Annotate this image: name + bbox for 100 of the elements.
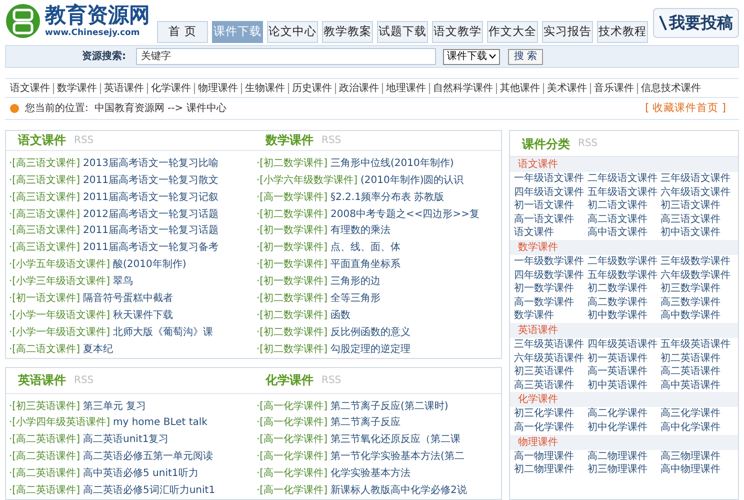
category-link[interactable]: 生物课件 [241, 82, 288, 94]
category-tag-link[interactable]: ·[高一化学课件] [256, 415, 328, 430]
category-link[interactable]: 高中数学课件 [660, 309, 734, 323]
category-link[interactable]: 高中化学课件 [660, 420, 734, 434]
category-tag-link[interactable]: ·[小学六年级数学课件] [256, 172, 358, 188]
category-tag-link[interactable]: ·[初二数学课件] [256, 342, 328, 357]
category-link[interactable]: 四年级语文课件 [514, 186, 588, 200]
courseware-link[interactable]: 2013届高考语文一轮复习比喻 [82, 156, 218, 171]
category-link[interactable]: 高三语文课件 [660, 212, 734, 226]
category-tag-link[interactable]: ·[小学三年级语文课件] [9, 274, 110, 290]
category-tag-link[interactable]: ·[初一数学课件] [256, 240, 328, 256]
courseware-link[interactable]: 函数 [330, 308, 350, 323]
category-link[interactable]: 初二数学课件 [587, 282, 661, 296]
category-tag-link[interactable]: ·[高一化学课件] [256, 449, 328, 464]
category-link[interactable]: 高二数学课件 [587, 296, 661, 310]
category-link[interactable]: 高一物理课件 [514, 450, 588, 464]
nav-tab[interactable]: 作文大全 [487, 21, 538, 43]
category-select[interactable]: 课件下载 [443, 48, 500, 64]
category-link[interactable]: 三年级数学课件 [660, 254, 734, 269]
category-tag-link[interactable]: ·[初一数学课件] [256, 274, 328, 290]
category-tag-link[interactable]: ·[高二英语课件] [9, 483, 80, 498]
category-tag-link[interactable]: ·[小学一年级语文课件] [9, 308, 110, 323]
category-link[interactable]: 初一数学课件 [514, 282, 588, 296]
courseware-link[interactable]: 有理数的乘法 [330, 223, 390, 238]
category-link[interactable]: 初中英语课件 [587, 378, 661, 392]
category-link[interactable]: 初一语文课件 [514, 199, 588, 213]
category-link[interactable]: 高三英语课件 [514, 378, 588, 392]
category-link[interactable]: 高一英语课件 [587, 365, 661, 379]
category-link[interactable]: 高二语文课件 [587, 212, 661, 226]
category-tag-link[interactable]: ·[高二语文课件] [9, 342, 80, 357]
courseware-link[interactable]: 三角形的边 [330, 274, 380, 290]
courseware-link[interactable]: 2012届高考语文一轮复习话题 [82, 206, 218, 222]
category-link[interactable]: 初中化学课件 [587, 420, 661, 434]
category-link[interactable]: 五年级数学课件 [587, 268, 661, 282]
nav-tab[interactable]: 试题下载 [377, 21, 428, 43]
courseware-link[interactable]: 2011届高考语文一轮复习话题 [82, 223, 218, 238]
category-link[interactable]: 政治课件 [335, 82, 382, 94]
category-tag-link[interactable]: ·[初三英语课件] [9, 398, 80, 414]
category-link[interactable]: 自然科学课件 [429, 82, 496, 94]
category-link[interactable]: 高三物理课件 [660, 450, 734, 464]
category-tag-link[interactable]: ·[高三语文课件] [9, 190, 80, 205]
nav-tab[interactable]: 语文教学 [432, 21, 483, 43]
search-button[interactable]: 搜 索 [508, 48, 544, 64]
category-tag-link[interactable]: ·[初一数学课件] [256, 223, 328, 238]
category-link[interactable]: 初二语文课件 [587, 199, 661, 213]
courseware-link[interactable]: 勾股定理的逆定理 [330, 342, 410, 357]
courseware-link[interactable]: 第二节离子反应 [330, 415, 400, 430]
category-link[interactable]: 六年级数学课件 [660, 268, 734, 282]
search-field[interactable]: 关键字 [136, 48, 436, 65]
category-link[interactable]: 数学课件 [514, 309, 588, 323]
category-tag-link[interactable]: ·[初一数学课件] [256, 257, 328, 272]
category-tag-link[interactable]: ·[小学四年级英语课件] [9, 415, 110, 430]
category-link[interactable]: 高二物理课件 [587, 450, 661, 464]
category-tag-link[interactable]: ·[初一语文课件] [9, 291, 80, 306]
courseware-link[interactable]: 第二节离子反应(第二课时) [330, 398, 448, 414]
category-link[interactable]: 初中语文课件 [660, 226, 734, 240]
courseware-link[interactable]: my home BLet talk [112, 415, 208, 430]
category-link[interactable]: 初三物理课件 [587, 463, 661, 477]
category-tag-link[interactable]: ·[高一化学课件] [256, 432, 328, 448]
category-link[interactable]: 初中数学课件 [587, 309, 661, 323]
category-link[interactable]: 一年级数学课件 [514, 254, 588, 269]
courseware-link[interactable]: 第三单元 复习 [82, 398, 146, 414]
category-link[interactable]: 四年级数学课件 [514, 268, 588, 282]
courseware-link[interactable]: 2008中考专题之<<四边形>>复 [330, 206, 480, 222]
category-link[interactable]: 六年级英语课件 [514, 352, 588, 366]
courseware-link[interactable]: 三角形中位线(2010年制作) [330, 156, 454, 171]
courseware-link[interactable]: 反比例函数的意义 [330, 324, 410, 340]
submit-button[interactable]: 我要投稿 [653, 8, 739, 38]
category-tag-link[interactable]: ·[高二英语课件] [9, 449, 80, 464]
category-tag-link[interactable]: ·[高二英语课件] [9, 432, 80, 448]
courseware-link[interactable]: 酸(2010年制作) [112, 257, 186, 272]
category-link[interactable]: 高三数学课件 [660, 296, 734, 310]
category-link[interactable]: 二年级数学课件 [587, 254, 661, 269]
breadcrumb-link[interactable]: 中国教育资源网 --> 课件中心 [94, 101, 226, 116]
category-link[interactable]: 化学课件 [147, 82, 194, 94]
courseware-link[interactable]: 高二英语必修5词汇听力unit1 [82, 483, 216, 498]
category-link[interactable]: 美术课件 [543, 82, 590, 94]
category-tag-link[interactable]: ·[高三语文课件] [9, 172, 80, 188]
category-link[interactable]: 三年级语文课件 [660, 172, 734, 186]
category-tag-link[interactable]: ·[小学一年级语文课件] [9, 324, 110, 340]
category-link[interactable]: 语文课件 [10, 82, 53, 94]
courseware-link[interactable]: 化学实验基本方法 [330, 466, 410, 482]
courseware-link[interactable]: 第三节氧化还原反应（第二课 [330, 432, 460, 448]
courseware-link[interactable]: §2.2.1频率分布表 苏教版 [330, 190, 444, 205]
category-tag-link[interactable]: ·[初二数学课件] [256, 206, 328, 222]
courseware-link[interactable]: 高二英语必修五第一单元阅读 [82, 449, 213, 464]
category-tag-link[interactable]: ·[初二数学课件] [256, 291, 328, 306]
category-link[interactable]: 高三化学课件 [660, 407, 734, 421]
category-tag-link[interactable]: ·[高三语文课件] [9, 240, 80, 256]
category-link[interactable]: 高二化学课件 [587, 407, 661, 421]
courseware-link[interactable]: 2011届高考语文一轮复习记叙 [82, 190, 218, 205]
courseware-link[interactable]: 平面直角坐标系 [330, 257, 400, 272]
category-link[interactable]: 其他课件 [496, 82, 543, 94]
category-link[interactable]: 四年级英语课件 [587, 338, 661, 352]
nav-tab[interactable]: 论文中心 [267, 21, 318, 43]
courseware-link[interactable]: 全等三角形 [330, 291, 380, 306]
category-link[interactable]: 高中英语课件 [660, 378, 734, 392]
courseware-link[interactable]: (2010年制作)圆的认识 [360, 172, 464, 188]
category-link[interactable]: 五年级语文课件 [587, 186, 661, 200]
nav-tab[interactable]: 首 页 [157, 21, 208, 43]
